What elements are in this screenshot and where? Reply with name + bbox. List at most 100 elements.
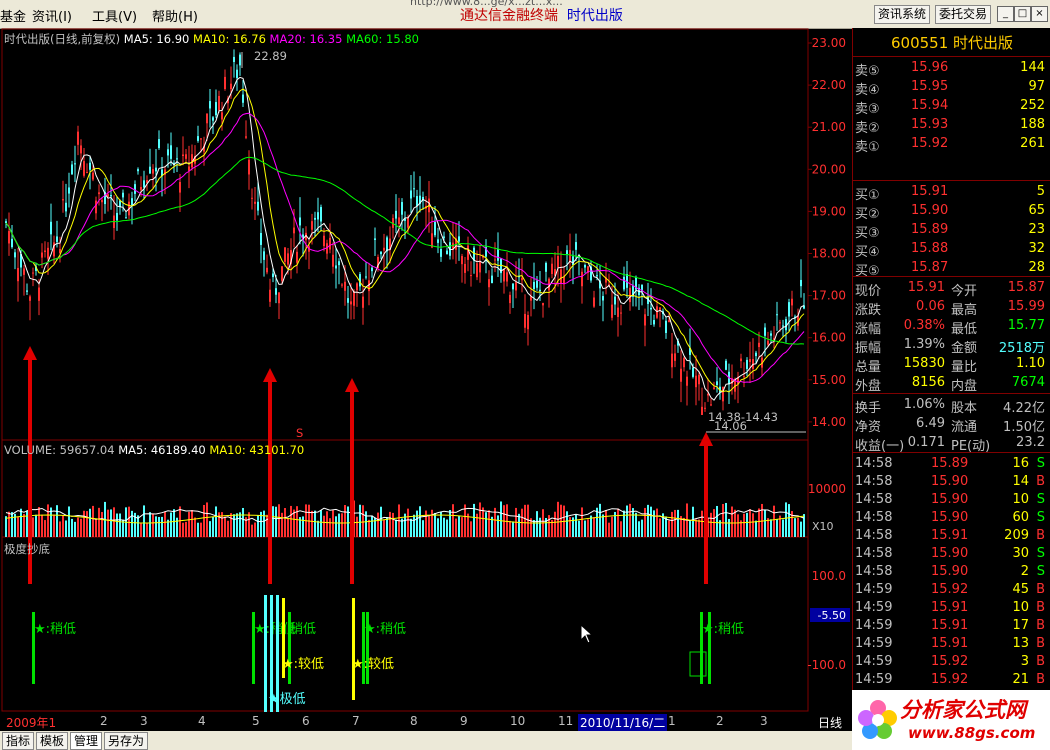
volume-bar	[743, 513, 745, 537]
volume-bar	[443, 517, 445, 537]
volume-bar	[326, 511, 328, 537]
candle-body	[158, 139, 160, 149]
stat-label: 振幅	[855, 341, 882, 356]
candle-body	[26, 290, 28, 292]
volume-bar	[428, 515, 430, 537]
candle-body	[239, 54, 241, 66]
volume-bar	[80, 518, 82, 537]
volume-bar	[56, 505, 58, 537]
volume-bar	[608, 522, 610, 537]
volume-bar	[437, 518, 439, 537]
volume-bar	[242, 507, 244, 537]
volume-bar	[275, 506, 277, 537]
tick-volume: 209	[1004, 528, 1029, 543]
candle-body	[98, 192, 100, 195]
menu-help[interactable]: 帮助(H)	[152, 6, 198, 25]
menu-fund[interactable]: 基金	[0, 6, 26, 25]
candle-body	[230, 83, 232, 90]
volume-bar	[575, 514, 577, 537]
ask-row: 卖③ 15.94 252	[853, 97, 1049, 117]
candle-body	[617, 307, 619, 317]
volume-bar	[86, 511, 88, 537]
close-icon[interactable]: ×	[1031, 6, 1048, 22]
stat-value: 15.99	[1007, 299, 1045, 314]
volume-bar	[689, 521, 691, 537]
minimize-icon[interactable]: _	[997, 6, 1014, 22]
tick-price: 15.91	[931, 600, 969, 615]
candle-body	[488, 279, 490, 288]
volume-bar	[317, 520, 319, 537]
ask-label: 卖③	[855, 102, 880, 117]
tick-price: 15.91	[931, 636, 969, 651]
volume-bar	[647, 504, 649, 537]
volume-bar	[278, 504, 280, 537]
volume-bar	[641, 519, 643, 537]
tick-row: 14:58 15.89 16 S	[853, 455, 1049, 474]
tab-save-as[interactable]: 另存为	[104, 732, 149, 750]
kline-chart[interactable]: ★:稍低 ★:稍低 ★:稍低 ★:稍低★:较低 ★:较低★极低稍低 23.0022.00…	[0, 28, 852, 712]
volume-bar	[359, 504, 361, 537]
stat-value: 1.10	[1016, 356, 1045, 371]
candle-body	[125, 217, 127, 219]
vol-ma10-label: MA10: 43101.70	[209, 443, 305, 457]
volume-bar	[797, 517, 799, 537]
indicator-name: 极度抄底	[4, 542, 50, 556]
candle-body	[335, 265, 337, 269]
tick-price: 15.91	[931, 528, 969, 543]
trade-button[interactable]: 委托交易	[935, 5, 992, 24]
bid-volume: 65	[1028, 203, 1045, 218]
volume-bar	[632, 508, 634, 537]
tab-manage[interactable]: 管理	[70, 732, 103, 750]
volume-bar	[281, 512, 283, 537]
tab-indicator[interactable]: 指标	[2, 732, 35, 750]
candle-body	[440, 249, 442, 257]
month-label: 3	[140, 714, 148, 728]
stat-label: 量比	[951, 360, 978, 375]
candle-body	[470, 275, 472, 277]
tick-side: B	[1036, 654, 1045, 669]
volume-bar	[206, 502, 208, 537]
candle-body	[374, 238, 376, 240]
candle-body	[566, 250, 568, 254]
info-system-button[interactable]: 资讯系统	[874, 5, 931, 24]
volume-bar	[737, 514, 739, 537]
candle-body	[356, 283, 358, 291]
candle-body	[551, 263, 553, 274]
period-label[interactable]: 日线	[818, 714, 842, 731]
volume-bar	[116, 513, 118, 537]
month-label: 7	[352, 714, 360, 728]
stat-value: 1.39%	[903, 337, 945, 352]
tab-template[interactable]: 模板	[36, 732, 69, 750]
signal-bar	[264, 595, 267, 712]
restore-icon[interactable]: □	[1014, 6, 1031, 22]
candle-body	[287, 253, 289, 265]
stat-label: 内盘	[951, 379, 978, 394]
volume-bar	[785, 502, 787, 537]
tick-side: S	[1036, 546, 1045, 561]
volume-bar	[677, 509, 679, 537]
volume-bar	[602, 514, 604, 537]
volume-bar	[68, 506, 70, 537]
candle-body	[320, 207, 322, 222]
volume-bar	[581, 507, 583, 537]
stat-label: 换手	[855, 401, 882, 416]
tick-row: 14:59 15.91 17 B	[853, 617, 1049, 636]
candle-body	[410, 190, 412, 199]
candle-body	[521, 278, 523, 281]
volume-bar	[185, 521, 187, 537]
menu-tools[interactable]: 工具(V)	[92, 6, 137, 25]
candle-body	[317, 212, 319, 220]
volume-bar	[188, 511, 190, 537]
volume-bar	[92, 505, 94, 537]
ma20-label: MA20: 16.35	[269, 32, 343, 46]
candle-body	[23, 268, 25, 275]
volume-bar	[587, 519, 589, 537]
candle-body	[740, 358, 742, 362]
candle-body	[533, 281, 535, 289]
menubar: 基金 资讯(I) 工具(V) 帮助(H) http://www.8...ge/x…	[0, 0, 1050, 29]
ask-row: 卖② 15.93 188	[853, 116, 1049, 136]
menu-info[interactable]: 资讯(I)	[32, 6, 72, 25]
candle-body	[89, 162, 91, 170]
tick-price: 15.90	[931, 492, 969, 507]
volume-bar	[497, 515, 499, 537]
